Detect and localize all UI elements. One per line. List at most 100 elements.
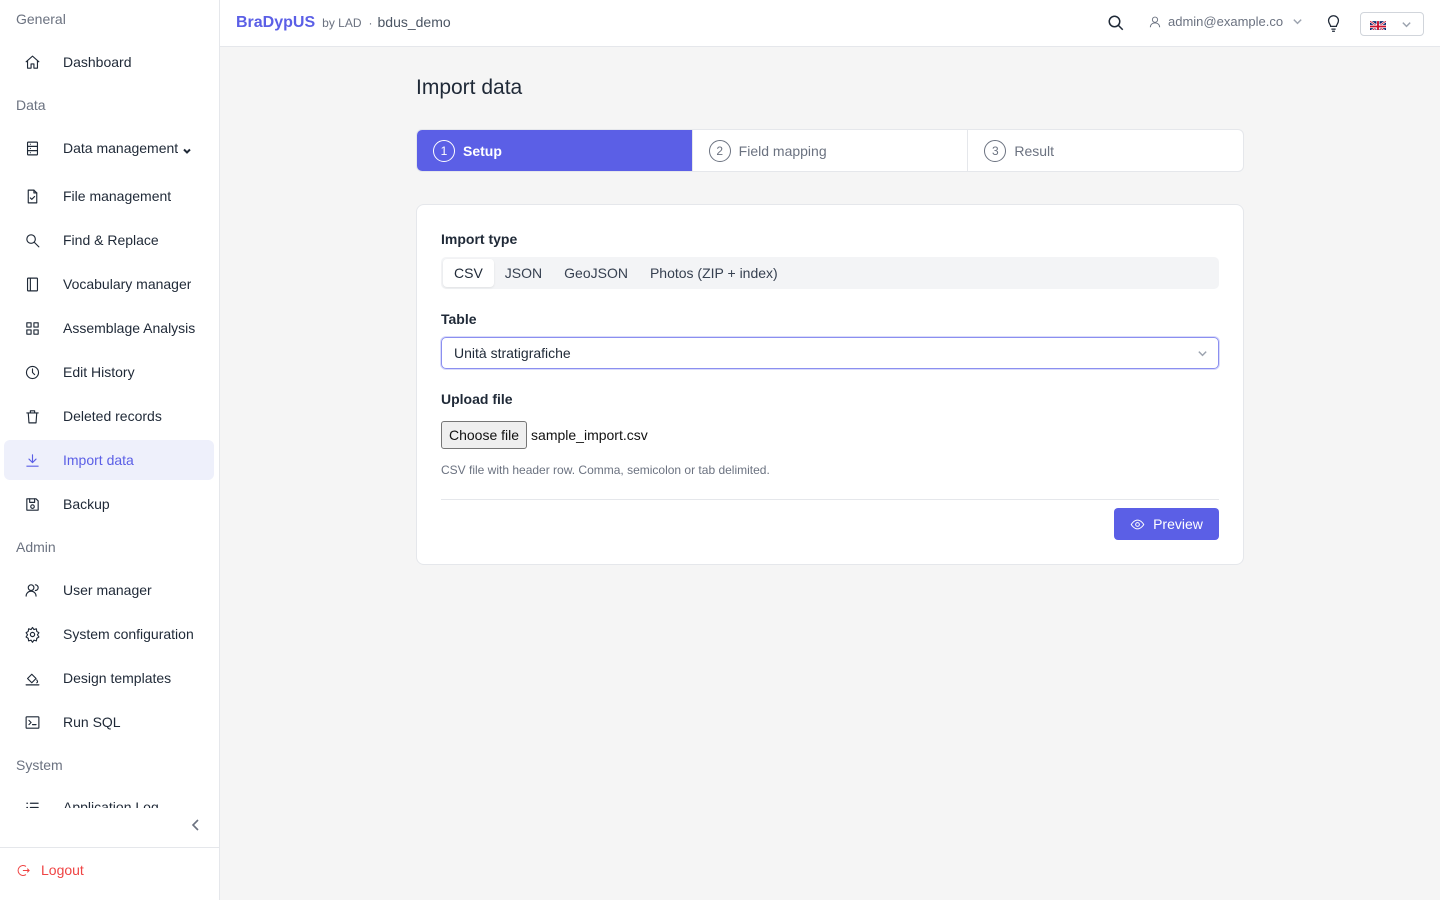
- section-label-data: Data: [16, 97, 46, 113]
- upload-help-text: CSV file with header row. Comma, semicol…: [441, 463, 770, 477]
- selected-file-name: sample_import.csv: [531, 427, 648, 443]
- paint-bucket-icon: [24, 669, 48, 687]
- logout-label: Logout: [41, 862, 84, 878]
- sidebar-item-label: Run SQL: [63, 714, 121, 730]
- sidebar-item-application-log[interactable]: Application Log: [4, 787, 214, 808]
- section-label-system: System: [16, 757, 63, 773]
- import-stepper: 1 Setup 2 Field mapping 3 Result: [416, 129, 1244, 172]
- import-type-photos[interactable]: Photos (ZIP + index): [639, 259, 789, 287]
- chevron-down-icon: [182, 143, 192, 154]
- upload-file-label: Upload file: [441, 391, 513, 407]
- sidebar-item-label: Dashboard: [63, 54, 132, 70]
- search-icon: [1108, 15, 1124, 31]
- step-number: 2: [708, 139, 731, 162]
- import-type-selector: CSV JSON GeoJSON Photos (ZIP + index): [441, 257, 1219, 289]
- import-type-csv[interactable]: CSV: [443, 259, 494, 287]
- section-label-general: General: [16, 11, 66, 27]
- sidebar-item-file-management[interactable]: File management: [4, 176, 214, 216]
- gear-icon: [24, 625, 48, 643]
- users-icon: [24, 581, 48, 599]
- sidebar-item-find-replace[interactable]: Find & Replace: [4, 220, 214, 260]
- sidebar-item-assemblage-analysis[interactable]: Assemblage Analysis: [4, 308, 214, 348]
- history-icon: [24, 363, 48, 381]
- chevron-down-icon: [1293, 19, 1302, 25]
- chevron-down-icon: [1402, 21, 1411, 27]
- search-icon: [24, 231, 48, 249]
- brand[interactable]: BraDypUS by LAD · bdus_demo: [236, 14, 451, 32]
- database-name: bdus_demo: [377, 14, 451, 30]
- sidebar-item-import-data[interactable]: Import data: [4, 440, 214, 480]
- sidebar-item-label: Design templates: [63, 670, 172, 686]
- table-select-value: Unità stratigrafiche: [454, 345, 571, 361]
- list-icon: [24, 798, 48, 808]
- logout-icon: [17, 864, 30, 876]
- save-icon: [24, 495, 48, 513]
- collapse-sidebar-button[interactable]: [189, 818, 205, 834]
- sidebar-item-label: Deleted records: [63, 408, 162, 424]
- import-type-label: Import type: [441, 231, 518, 247]
- sidebar-item-edit-history[interactable]: Edit History: [4, 352, 214, 392]
- table-select[interactable]: Unità stratigrafiche: [441, 337, 1219, 369]
- divider: [441, 499, 1219, 500]
- choose-file-button[interactable]: Choose file: [441, 421, 528, 449]
- chevron-left-icon: [191, 819, 199, 831]
- sidebar-item-label: Import data: [63, 452, 134, 468]
- book-icon: [24, 275, 48, 293]
- sidebar-item-system-configuration[interactable]: System configuration: [4, 614, 214, 654]
- file-upload: Choose file sample_import.csv: [441, 421, 648, 449]
- step-result[interactable]: 3 Result: [967, 130, 1243, 171]
- sidebar-nav[interactable]: General Dashboard Data Data management F…: [0, 0, 219, 808]
- sidebar-item-label: Find & Replace: [63, 232, 159, 248]
- preview-button[interactable]: Preview: [1114, 508, 1219, 540]
- sidebar-item-backup[interactable]: Backup: [4, 484, 214, 524]
- chevron-down-icon: [1198, 351, 1207, 357]
- sidebar-item-deleted-records[interactable]: Deleted records: [4, 396, 214, 436]
- import-type-json[interactable]: JSON: [494, 259, 553, 287]
- sidebar-item-label: Backup: [63, 496, 110, 512]
- step-setup[interactable]: 1 Setup: [417, 130, 692, 171]
- sidebar-item-label: System configuration: [63, 626, 194, 642]
- grid-icon: [24, 319, 48, 337]
- logout-button[interactable]: Logout: [16, 862, 84, 878]
- sidebar-item-label: Assemblage Analysis: [63, 320, 196, 336]
- brand-separator: ·: [368, 16, 373, 30]
- user-icon: [1149, 16, 1161, 27]
- page-title: Import data: [416, 76, 523, 99]
- step-label: Result: [1014, 142, 1055, 159]
- sidebar-item-dashboard[interactable]: Dashboard: [4, 42, 214, 82]
- sidebar-item-label: Vocabulary manager: [63, 276, 192, 292]
- database-icon: [24, 139, 48, 157]
- home-icon: [24, 53, 48, 71]
- step-number: 3: [984, 139, 1007, 162]
- lightbulb-icon: [1327, 15, 1340, 32]
- sidebar-item-label: Edit History: [63, 364, 135, 380]
- step-number: 1: [433, 139, 455, 162]
- sidebar-item-user-manager[interactable]: User manager: [4, 570, 214, 610]
- language-select[interactable]: [1360, 12, 1424, 36]
- table-label: Table: [441, 311, 477, 327]
- topbar: BraDypUS by LAD · bdus_demo admin@exampl…: [220, 0, 1440, 47]
- user-email: admin@example.com: [1168, 14, 1284, 29]
- terminal-icon: [24, 713, 48, 731]
- sidebar-item-label: Application Log: [63, 799, 159, 808]
- tips-button[interactable]: [1325, 14, 1343, 34]
- step-label: Field mapping: [738, 142, 827, 159]
- import-type-geojson[interactable]: GeoJSON: [553, 259, 639, 287]
- sidebar-item-label: User manager: [63, 582, 152, 598]
- step-field-mapping[interactable]: 2 Field mapping: [691, 130, 968, 171]
- brand-name: BraDypUS: [236, 14, 316, 31]
- sidebar-item-run-sql[interactable]: Run SQL: [4, 702, 214, 742]
- user-menu[interactable]: admin@example.com: [1148, 14, 1303, 29]
- divider: [0, 847, 219, 848]
- search-button[interactable]: [1107, 14, 1127, 34]
- import-setup-card: Import type CSV JSON GeoJSON Photos (ZIP…: [416, 204, 1244, 565]
- step-label: Setup: [463, 142, 502, 159]
- sidebar-item-label: File management: [63, 188, 172, 204]
- section-label-admin: Admin: [16, 539, 56, 555]
- sidebar-item-data-management[interactable]: Data management: [4, 128, 214, 168]
- sidebar-item-design-templates[interactable]: Design templates: [4, 658, 214, 698]
- sidebar-item-vocabulary-manager[interactable]: Vocabulary manager: [4, 264, 214, 304]
- brand-by: by LAD: [322, 16, 362, 30]
- trash-icon: [24, 407, 48, 425]
- sidebar-item-label: Data management: [63, 140, 179, 156]
